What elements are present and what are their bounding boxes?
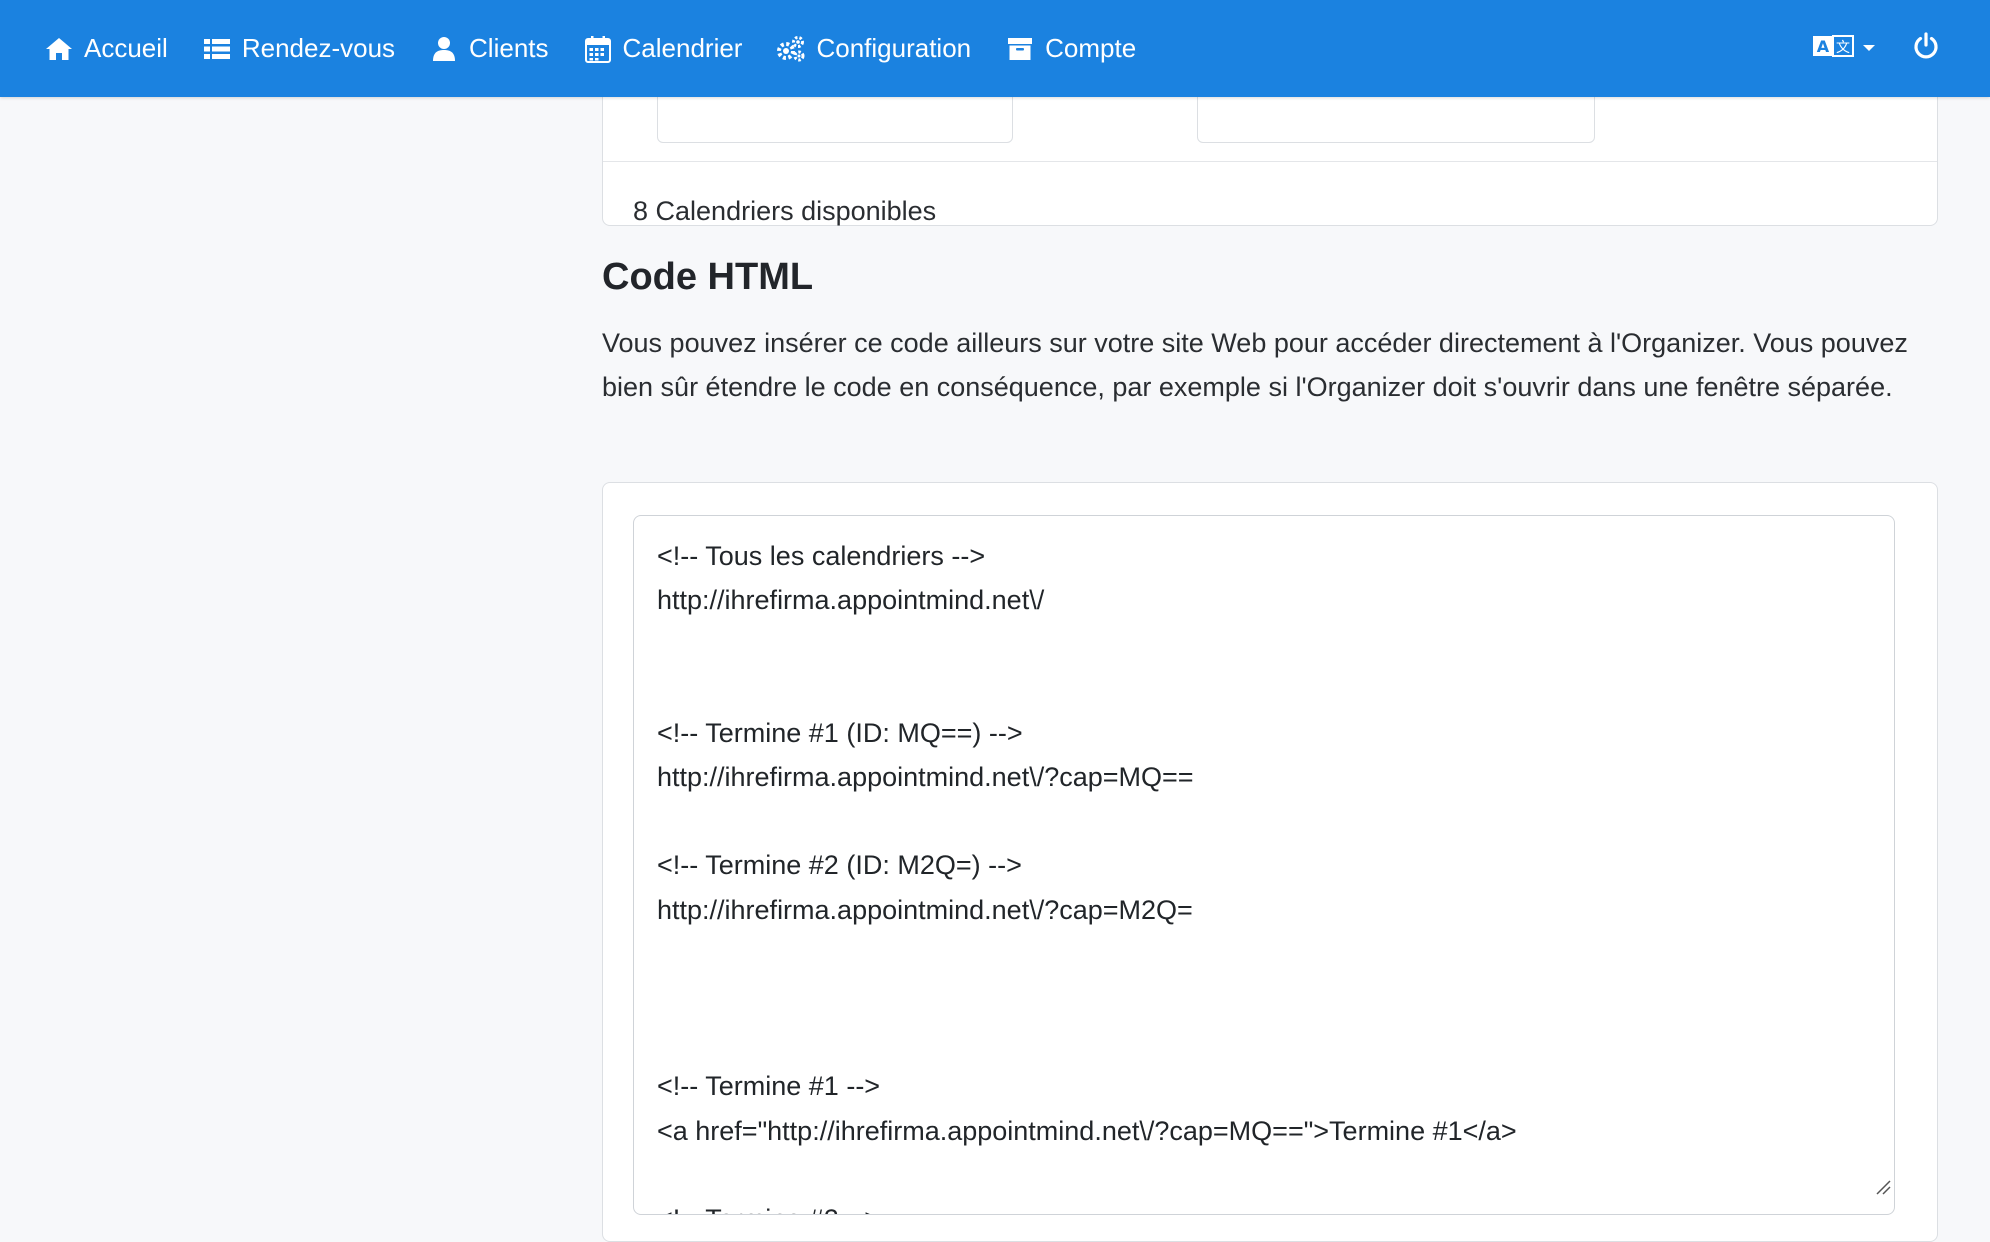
language-dropdown-toggle[interactable]: A文	[1812, 34, 1876, 63]
nav-item-configuration[interactable]: Configuration	[776, 33, 971, 64]
calendars-count-text: 8 Calendriers disponibles	[633, 196, 937, 226]
gears-icon	[776, 34, 806, 64]
svg-text:文: 文	[1836, 40, 1850, 56]
nav-item-label: Configuration	[816, 33, 972, 63]
user-icon	[429, 34, 459, 64]
nav-item-accueil[interactable]: Accueil	[44, 33, 168, 64]
caret-down-icon	[1862, 40, 1876, 58]
nav-item-label: Rendez-vous	[241, 33, 396, 63]
translate-icon: A文	[1812, 34, 1854, 63]
svg-text:A: A	[1817, 37, 1830, 56]
nav-item-rendez-vous[interactable]: Rendez-vous	[202, 33, 395, 64]
nav-item-label: Clients	[469, 33, 549, 63]
nav-item-label: Calendrier	[622, 33, 743, 63]
nav-item-compte[interactable]: Compte	[1005, 33, 1136, 64]
resize-handle-icon[interactable]	[1873, 1177, 1891, 1195]
power-icon	[1912, 32, 1940, 65]
html-code-textarea[interactable]	[633, 515, 1895, 1215]
calendar-icon	[583, 34, 613, 64]
html-code-card	[602, 482, 1938, 1242]
top-navbar: Accueil Rendez-vous Clients Calendrier C…	[0, 0, 1990, 97]
nav-item-clients[interactable]: Clients	[429, 33, 549, 64]
navbar-right: A文	[1812, 0, 1940, 97]
logout-button[interactable]	[1912, 32, 1940, 65]
html-code-heading: Code HTML	[602, 256, 814, 298]
home-icon	[44, 34, 74, 64]
list-icon	[202, 34, 232, 64]
nav-item-label: Compte	[1045, 33, 1137, 63]
html-code-description: Vous pouvez insérer ce code ailleurs sur…	[602, 328, 1908, 402]
nav-item-calendrier[interactable]: Calendrier	[583, 33, 743, 64]
archive-icon	[1005, 34, 1035, 64]
nav-item-label: Accueil	[84, 33, 168, 63]
card-divider	[603, 161, 1937, 162]
